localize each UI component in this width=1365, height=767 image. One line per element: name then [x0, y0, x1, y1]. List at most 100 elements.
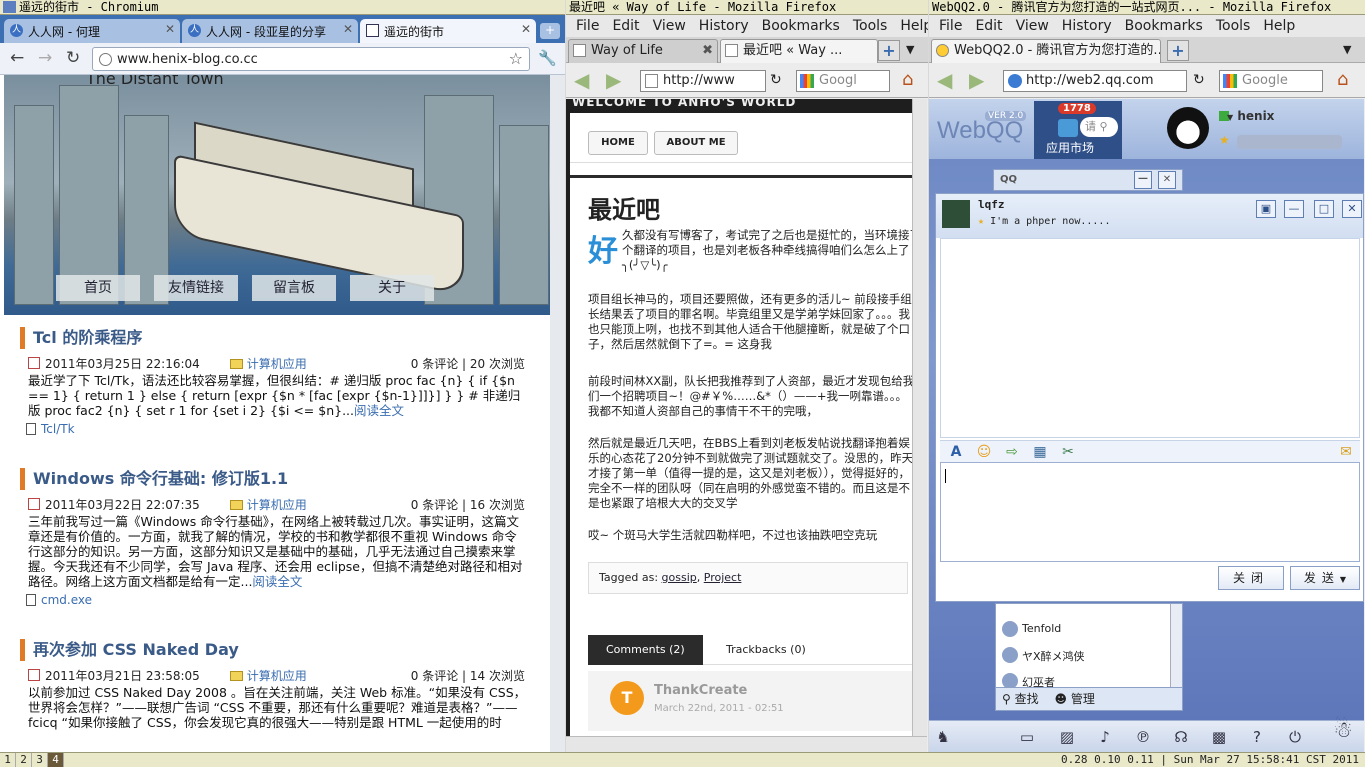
workspace-4[interactable]: 4 — [48, 753, 64, 767]
menu-edit[interactable]: Edit — [975, 18, 1002, 34]
chromium-tab-3[interactable]: 遥远的街市 ✕ — [360, 19, 536, 43]
forward-arrow-icon[interactable]: ▶ — [606, 70, 621, 90]
tag-project[interactable]: Project — [704, 571, 742, 584]
volume-icon[interactable]: ♪ — [1095, 727, 1115, 747]
menu-help[interactable]: Help — [900, 18, 928, 34]
new-tab-button[interactable]: + — [878, 40, 900, 61]
firefox1-address-bar[interactable]: http://www — [640, 70, 766, 92]
message-history-icon[interactable]: ✉ — [1338, 444, 1354, 460]
manage-button[interactable]: 管理 — [1071, 692, 1095, 706]
firefox1-tab-2[interactable]: 最近吧 « Way ... — [720, 39, 878, 63]
workspace-1[interactable]: 1 — [0, 753, 16, 767]
chromium-tab-2[interactable]: 人人人网 - 段亚星的分享 ✕ — [182, 19, 358, 43]
firefox1-vertical-scrollbar[interactable] — [912, 99, 927, 736]
back-arrow-icon[interactable]: ◀ — [574, 70, 589, 90]
post-title[interactable]: Windows 命令行基础: 修订版1.1 — [20, 468, 545, 490]
comment-author[interactable]: ThankCreate — [654, 683, 747, 698]
buddy-item[interactable]: ヤX醉メ鸿侠 — [1002, 647, 1085, 664]
tab-list-chevron-down-icon[interactable]: ▼ — [906, 43, 914, 56]
nav-about-me[interactable]: ABOUT ME — [654, 131, 738, 155]
qq-penguin-icon[interactable]: ♞ — [933, 727, 953, 747]
screenshot-icon[interactable]: ✂ — [1060, 444, 1076, 460]
nav-home[interactable]: HOME — [588, 131, 648, 155]
back-arrow-icon[interactable]: ◀ — [937, 70, 952, 90]
font-icon[interactable]: A — [948, 444, 964, 460]
close-icon[interactable]: ✕ — [1342, 200, 1362, 218]
chat-input[interactable] — [940, 462, 1360, 562]
menu-file[interactable]: File — [576, 18, 599, 34]
contact-avatar[interactable] — [942, 200, 970, 228]
post-title[interactable]: Tcl 的阶乘程序 — [20, 327, 545, 349]
close-icon[interactable]: ✖ — [702, 40, 713, 62]
workspace-3[interactable]: 3 — [32, 753, 48, 767]
notes-icon[interactable]: ℗ — [1133, 727, 1153, 747]
home-icon[interactable]: ⌂ — [1337, 69, 1348, 90]
power-icon[interactable]: ⏻ — [1285, 727, 1305, 747]
fullscreen-icon[interactable]: ▣ — [1256, 200, 1276, 218]
nav-guestbook[interactable]: 留言板 — [252, 275, 336, 301]
menu-view[interactable]: View — [653, 18, 686, 34]
menu-view[interactable]: View — [1016, 18, 1049, 34]
close-chat-button[interactable]: 关闭 — [1218, 566, 1284, 590]
menu-history[interactable]: History — [1062, 18, 1112, 34]
menu-tools[interactable]: Tools — [853, 18, 888, 34]
tab-trackbacks[interactable]: Trackbacks (0) — [708, 635, 824, 665]
close-icon[interactable]: ✕ — [521, 22, 531, 36]
find-button[interactable]: 查找 — [1015, 692, 1039, 706]
close-icon[interactable]: ✕ — [343, 22, 353, 36]
new-tab-button[interactable]: + — [540, 23, 560, 39]
new-tab-button[interactable]: + — [1167, 40, 1189, 61]
close-icon[interactable]: ✕ — [1158, 171, 1176, 189]
workspace-2[interactable]: 2 — [16, 753, 32, 767]
firefox2-tab-1[interactable]: WebQQ2.0 - 腾讯官方为您打造的... — [931, 39, 1161, 63]
wrench-icon[interactable]: 🔧 — [538, 49, 557, 67]
emoticon-icon[interactable]: ☺ — [976, 444, 992, 460]
nav-links[interactable]: 友情链接 — [154, 275, 238, 301]
nav-about[interactable]: 关于 — [350, 275, 434, 301]
chromium-tab-1[interactable]: 人人人网 - 何理 ✕ — [4, 19, 180, 43]
nav-home[interactable]: 首页 — [56, 275, 140, 301]
menu-history[interactable]: History — [699, 18, 749, 34]
color-palette-icon[interactable]: ▩ — [1209, 727, 1229, 747]
menu-bookmarks[interactable]: Bookmarks — [762, 18, 840, 34]
desktop-icon[interactable]: ▭ — [1017, 727, 1037, 747]
address-bar[interactable]: www.henix-blog.co.cc ☆ — [92, 47, 530, 71]
post-category[interactable]: 计算机应用 — [247, 669, 307, 683]
reload-icon[interactable]: ↻ — [770, 72, 782, 88]
firefox2-search-box[interactable]: Google — [1219, 70, 1323, 92]
back-arrow-icon[interactable]: ← — [10, 49, 24, 67]
help-icon[interactable]: ? — [1247, 727, 1267, 747]
post-category[interactable]: 计算机应用 — [247, 357, 307, 371]
firefox1-search-box[interactable]: Googl — [796, 70, 890, 92]
headset-icon[interactable]: ☊ — [1171, 727, 1191, 747]
menu-tools[interactable]: Tools — [1216, 18, 1251, 34]
forward-arrow-icon[interactable]: → — [38, 49, 52, 67]
menu-bookmarks[interactable]: Bookmarks — [1125, 18, 1203, 34]
market-search-input[interactable]: 请 ⚲ — [1080, 117, 1118, 137]
menu-help[interactable]: Help — [1263, 18, 1295, 34]
tag-link[interactable]: cmd.exe — [41, 593, 92, 607]
tag-link[interactable]: Tcl/Tk — [41, 422, 75, 436]
reload-icon[interactable]: ↻ — [66, 49, 80, 67]
reload-icon[interactable]: ↻ — [1193, 72, 1205, 88]
tag-gossip[interactable]: gossip — [662, 571, 697, 584]
send-button[interactable]: 发送▼ — [1290, 566, 1360, 590]
chat-history[interactable] — [940, 238, 1360, 438]
menu-edit[interactable]: Edit — [612, 18, 639, 34]
post-title[interactable]: 再次参加 CSS Naked Day — [20, 639, 545, 661]
read-more-link[interactable]: 阅读全文 — [252, 574, 302, 589]
chromium-scrollbar[interactable] — [550, 75, 565, 752]
forward-arrow-icon[interactable]: ▶ — [969, 70, 984, 90]
send-file-icon[interactable]: ⇨ — [1004, 444, 1020, 460]
minimize-icon[interactable]: — — [1284, 200, 1304, 218]
firefox1-tab-1[interactable]: Way of Life ✖ — [568, 39, 718, 63]
close-icon[interactable]: ✕ — [165, 22, 175, 36]
user-signature-field[interactable] — [1237, 135, 1342, 149]
maximize-icon[interactable]: □ — [1314, 200, 1334, 218]
tab-list-chevron-down-icon[interactable]: ▼ — [1343, 43, 1351, 56]
firefox2-address-bar[interactable]: http://web2.qq.com — [1003, 70, 1187, 92]
buddy-item[interactable]: Tenfold — [1002, 621, 1061, 637]
tab-comments[interactable]: Comments (2) — [588, 635, 703, 665]
read-more-link[interactable]: 阅读全文 — [354, 403, 404, 418]
post-category[interactable]: 计算机应用 — [247, 498, 307, 512]
